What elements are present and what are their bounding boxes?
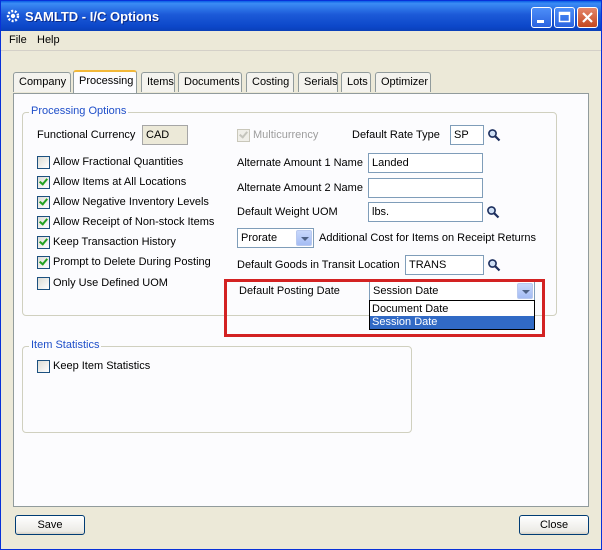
- functional-currency-label: Functional Currency: [37, 129, 136, 141]
- allow-negative-inventory-label: Allow Negative Inventory Levels: [53, 196, 209, 208]
- goods-in-transit-label: Default Goods in Transit Location: [237, 259, 400, 271]
- allow-fractional-quantities-label: Allow Fractional Quantities: [53, 156, 184, 168]
- default-posting-date-select[interactable]: Session Date: [369, 281, 535, 301]
- close-button[interactable]: Close: [519, 515, 589, 535]
- alt-amount-2-field[interactable]: [368, 178, 483, 198]
- default-rate-type-label: Default Rate Type: [352, 129, 440, 141]
- goods-in-transit-field[interactable]: TRANS: [405, 255, 484, 275]
- allow-negative-inventory-checkbox[interactable]: [37, 196, 50, 209]
- alt-amount-1-field[interactable]: Landed: [368, 153, 483, 173]
- title-bar[interactable]: SAMLTD - I/C Options: [1, 1, 601, 31]
- default-posting-date-label: Default Posting Date: [239, 285, 340, 297]
- default-rate-type-field[interactable]: SP: [450, 125, 484, 145]
- item-statistics-title: Item Statistics: [29, 339, 102, 351]
- tab-lots[interactable]: Lots: [341, 72, 371, 92]
- alt-amount-2-label: Alternate Amount 2 Name: [237, 182, 363, 194]
- close-window-button[interactable]: [577, 7, 598, 28]
- chevron-down-icon[interactable]: [296, 230, 312, 246]
- keep-item-statistics-label: Keep Item Statistics: [53, 360, 151, 372]
- posting-date-dropdown: Document Date Session Date: [369, 300, 535, 330]
- options-window: SAMLTD - I/C Options File Help Company P…: [0, 0, 602, 550]
- alt-amount-1-label: Alternate Amount 1 Name: [237, 157, 363, 169]
- keep-item-statistics-checkbox[interactable]: [37, 360, 50, 373]
- allow-receipt-non-stock-checkbox[interactable]: [37, 216, 50, 229]
- default-weight-uom-field[interactable]: lbs.: [368, 202, 483, 222]
- tab-serials[interactable]: Serials: [298, 72, 338, 92]
- multicurrency-checkbox: [237, 129, 250, 142]
- tab-optimizer[interactable]: Optimizer: [375, 72, 431, 92]
- only-use-defined-uom-checkbox[interactable]: [37, 277, 50, 290]
- tab-items[interactable]: Items: [141, 72, 175, 92]
- keep-transaction-history-checkbox[interactable]: [37, 236, 50, 249]
- allow-items-all-locations-label: Allow Items at All Locations: [53, 176, 187, 188]
- close-icon: [582, 12, 593, 23]
- allow-receipt-non-stock-label: Allow Receipt of Non-stock Items: [53, 216, 215, 228]
- minimize-icon: [537, 20, 544, 23]
- prorate-select[interactable]: Prorate: [237, 228, 314, 248]
- multicurrency-label: Multicurrency: [253, 129, 319, 141]
- gear-icon: [6, 9, 20, 23]
- minimize-button[interactable]: [531, 7, 552, 28]
- save-button[interactable]: Save: [15, 515, 85, 535]
- keep-transaction-history-label: Keep Transaction History: [53, 236, 176, 248]
- menu-bar: File Help: [1, 31, 601, 51]
- only-use-defined-uom-label: Only Use Defined UOM: [53, 277, 168, 289]
- menu-file[interactable]: File: [9, 34, 27, 46]
- transit-location-search-icon[interactable]: [487, 258, 501, 272]
- default-posting-date-value: Session Date: [373, 285, 439, 297]
- maximize-icon: [558, 11, 571, 23]
- window-title: SAMLTD - I/C Options: [25, 9, 160, 24]
- prompt-delete-posting-label: Prompt to Delete During Posting: [53, 256, 211, 268]
- allow-items-all-locations-checkbox[interactable]: [37, 176, 50, 189]
- chevron-down-icon[interactable]: [517, 283, 533, 299]
- tab-costing[interactable]: Costing: [246, 72, 294, 92]
- tab-company[interactable]: Company: [13, 72, 71, 92]
- rate-type-search-icon[interactable]: [487, 128, 501, 142]
- maximize-button[interactable]: [554, 7, 575, 28]
- option-session-date[interactable]: Session Date: [370, 316, 534, 329]
- option-document-date[interactable]: Document Date: [370, 303, 534, 316]
- processing-options-title: Processing Options: [29, 105, 129, 117]
- functional-currency-field: CAD: [142, 125, 188, 145]
- weight-uom-search-icon[interactable]: [486, 205, 500, 219]
- tab-documents[interactable]: Documents: [178, 72, 242, 92]
- allow-fractional-quantities-checkbox[interactable]: [37, 156, 50, 169]
- default-weight-uom-label: Default Weight UOM: [237, 206, 338, 218]
- prompt-delete-posting-checkbox[interactable]: [37, 256, 50, 269]
- additional-cost-label: Additional Cost for Items on Receipt Ret…: [319, 232, 537, 244]
- prorate-value: Prorate: [241, 232, 278, 244]
- tab-processing[interactable]: Processing: [73, 70, 137, 93]
- menu-help[interactable]: Help: [37, 34, 60, 46]
